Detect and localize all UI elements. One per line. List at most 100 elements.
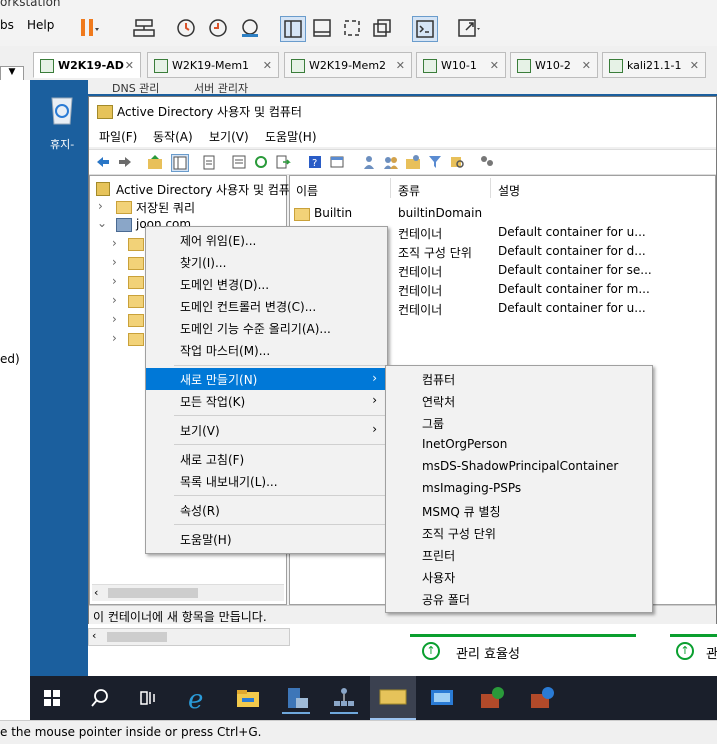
console-tree-icon[interactable]: [171, 154, 189, 172]
menu-item-view[interactable]: 보기(V) ›: [146, 419, 387, 441]
close-icon[interactable]: ✕: [690, 53, 699, 79]
file-explorer-icon[interactable]: [234, 684, 262, 712]
close-icon[interactable]: ✕: [125, 53, 134, 79]
menu-item-refresh[interactable]: 새로 고침(F): [146, 448, 387, 470]
recycle-bin-icon[interactable]: [46, 92, 78, 126]
help-icon[interactable]: ?: [307, 154, 323, 170]
sidebar-toggle-icon[interactable]: [280, 16, 306, 42]
chevron-down-icon[interactable]: ⌄: [97, 216, 107, 230]
search-icon[interactable]: [86, 684, 114, 712]
folder-icon[interactable]: [128, 238, 144, 251]
firewall-icon[interactable]: [478, 684, 506, 712]
new-user-icon[interactable]: [361, 154, 377, 170]
chevron-right-icon[interactable]: ›: [98, 199, 103, 213]
folder-icon[interactable]: [128, 276, 144, 289]
menu-item-delegate-control[interactable]: 제어 위임(E)...: [146, 229, 387, 251]
vm-tab-w10-1[interactable]: W10-1 ✕: [416, 52, 506, 78]
new-group-icon[interactable]: [383, 154, 399, 170]
menu-item-export-list[interactable]: 목록 내보내기(L)...: [146, 470, 387, 492]
task-view-icon[interactable]: [134, 684, 162, 712]
column-divider[interactable]: [390, 178, 391, 198]
column-header-description[interactable]: 설명: [498, 182, 520, 199]
close-icon[interactable]: ✕: [490, 53, 499, 79]
menu-item-raise-domain-level[interactable]: 도메인 기능 수준 올리기(A)...: [146, 317, 387, 339]
up-folder-icon[interactable]: [147, 154, 163, 170]
host-menu-item-bs[interactable]: bs: [0, 18, 14, 32]
unity-icon[interactable]: [370, 16, 394, 40]
lower-horizontal-scrollbar[interactable]: ‹: [88, 628, 290, 646]
internet-explorer-icon[interactable]: e: [184, 684, 212, 715]
remote-desktop-icon[interactable]: [428, 684, 456, 712]
menu-item-new[interactable]: 새로 만들기(N) ›: [146, 368, 387, 390]
dns-manager-icon[interactable]: [330, 684, 358, 714]
menu-item-change-domain[interactable]: 도메인 변경(D)...: [146, 273, 387, 295]
stretch-icon[interactable]: [456, 16, 480, 40]
console-view-icon[interactable]: [310, 16, 334, 40]
vm-tab-kali[interactable]: kali21.1-1 ✕: [602, 52, 706, 78]
windows-start-icon[interactable]: [38, 684, 66, 712]
vm-tab-w2k19-mem2[interactable]: W2K19-Mem2 ✕: [284, 52, 412, 78]
server-manager-icon[interactable]: [282, 684, 310, 714]
submenu-item-ou[interactable]: 조직 구성 단위: [386, 522, 652, 544]
menu-item-properties[interactable]: 속성(R): [146, 499, 387, 521]
chevron-right-icon[interactable]: ›: [112, 312, 117, 326]
properties-icon[interactable]: [231, 154, 247, 170]
submenu-item-computer[interactable]: 컴퓨터: [386, 368, 652, 390]
submenu-item-group[interactable]: 그룹: [386, 412, 652, 434]
fullscreen-icon[interactable]: [340, 16, 364, 40]
close-icon[interactable]: ✕: [263, 53, 272, 79]
pause-icon[interactable]: [76, 16, 100, 40]
submenu-item-contact[interactable]: 연락처: [386, 390, 652, 412]
find-icon[interactable]: [449, 154, 465, 170]
tree-root[interactable]: Active Directory 사용자 및 컴퓨: [94, 180, 290, 198]
submenu-item-user[interactable]: 사용자: [386, 566, 652, 588]
column-header-name[interactable]: 이름: [296, 182, 318, 199]
chevron-right-icon[interactable]: ›: [112, 274, 117, 288]
network-icon[interactable]: [132, 16, 156, 40]
aduc-taskbar-icon[interactable]: [370, 676, 416, 720]
delegation-icon[interactable]: [479, 154, 495, 170]
tree-item-saved-queries[interactable]: › 저장된 쿼리: [94, 198, 284, 216]
chevron-right-icon[interactable]: ›: [112, 236, 117, 250]
menu-view[interactable]: 보기(V): [209, 128, 249, 145]
filter-icon[interactable]: [427, 154, 443, 170]
revert-snapshot-icon[interactable]: [206, 16, 230, 40]
vm-tab-w10-2[interactable]: W10-2 ✕: [510, 52, 598, 78]
folder-icon[interactable]: [128, 257, 144, 270]
menu-file[interactable]: 파일(F): [99, 128, 137, 145]
submenu-item-printer[interactable]: 프린터: [386, 544, 652, 566]
host-menu-item-help[interactable]: Help: [27, 18, 54, 32]
scrollbar-thumb[interactable]: [108, 588, 198, 598]
submenu-item-inetorgperson[interactable]: InetOrgPerson: [386, 434, 652, 456]
vm-tab-w2k19-ad[interactable]: W2K19-AD ✕: [33, 52, 141, 78]
folder-icon[interactable]: [128, 295, 144, 308]
snapshot-manager-icon[interactable]: [238, 16, 262, 40]
forward-arrow-icon[interactable]: [117, 154, 133, 170]
column-divider[interactable]: [490, 178, 491, 198]
terminal-icon[interactable]: [412, 16, 438, 42]
export-icon[interactable]: [275, 154, 291, 170]
submenu-item-shared-folder[interactable]: 공유 폴더: [386, 588, 652, 610]
submenu-item-msimaging[interactable]: msImaging-PSPs: [386, 478, 652, 500]
snapshot-icon[interactable]: [174, 16, 198, 40]
close-icon[interactable]: ✕: [396, 53, 405, 79]
refresh-icon[interactable]: [253, 154, 269, 170]
close-icon[interactable]: ✕: [582, 53, 591, 79]
scroll-left-icon[interactable]: ‹: [94, 586, 98, 599]
menu-item-change-dc[interactable]: 도메인 컨트롤러 변경(C)...: [146, 295, 387, 317]
chevron-right-icon[interactable]: ›: [112, 293, 117, 307]
folder-icon[interactable]: [128, 333, 144, 346]
vm-tab-w2k19-mem1[interactable]: W2K19-Mem1 ✕: [147, 52, 279, 78]
new-ou-icon[interactable]: [405, 154, 421, 170]
folder-icon[interactable]: [128, 314, 144, 327]
menu-item-find[interactable]: 찾기(I)...: [146, 251, 387, 273]
table-row[interactable]: Builtin builtinDomain: [290, 204, 715, 223]
console-icon[interactable]: [329, 154, 345, 170]
tree-horizontal-scrollbar[interactable]: ‹: [92, 584, 284, 601]
firewall-advanced-icon[interactable]: [528, 684, 556, 712]
submenu-item-msds-shadow[interactable]: msDS-ShadowPrincipalContainer: [386, 456, 652, 478]
chevron-right-icon[interactable]: ›: [112, 331, 117, 345]
menu-item-all-tasks[interactable]: 모든 작업(K) ›: [146, 390, 387, 412]
menu-item-operations-masters[interactable]: 작업 마스터(M)...: [146, 339, 387, 361]
column-header-type[interactable]: 종류: [398, 182, 420, 199]
